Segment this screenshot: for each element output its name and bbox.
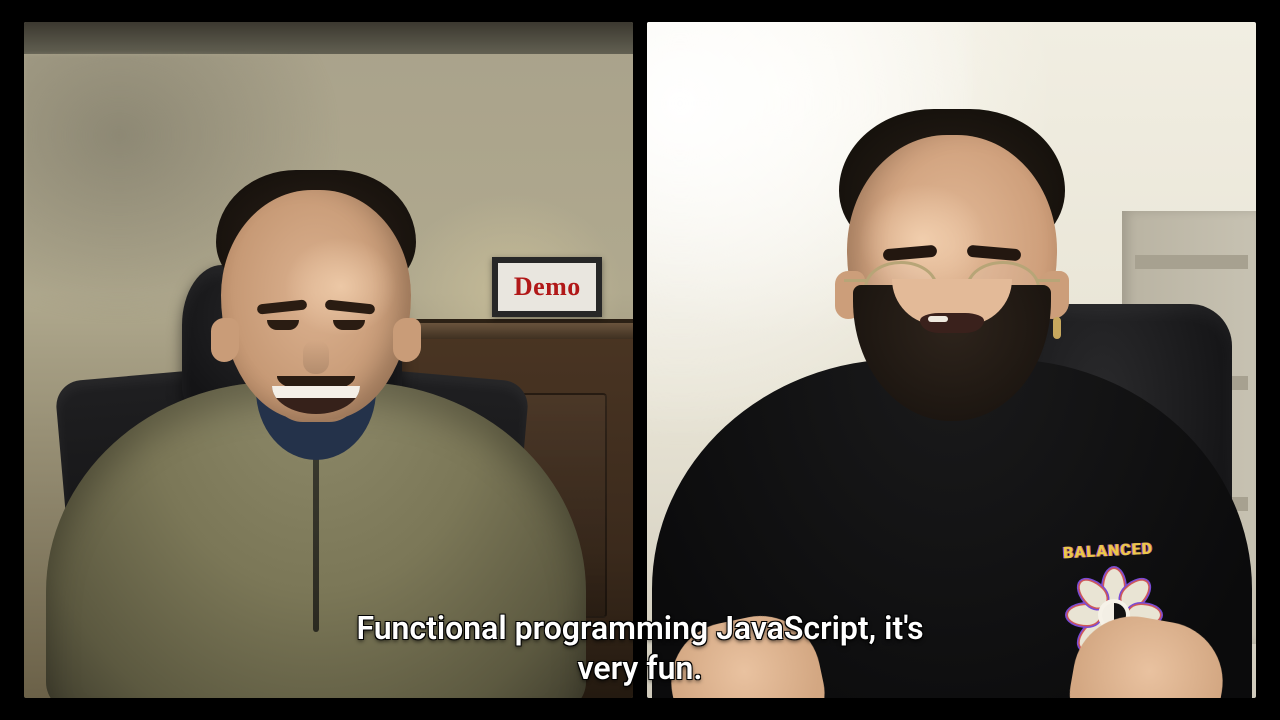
office-chair <box>972 304 1232 644</box>
video-call-stage: Demo <box>24 22 1256 698</box>
participant-tile-left[interactable]: Demo <box>24 22 633 698</box>
participant-tile-right[interactable]: BALANCED <box>647 22 1256 698</box>
background-sign: Demo <box>492 257 602 317</box>
cabinet: Demo <box>377 319 633 698</box>
